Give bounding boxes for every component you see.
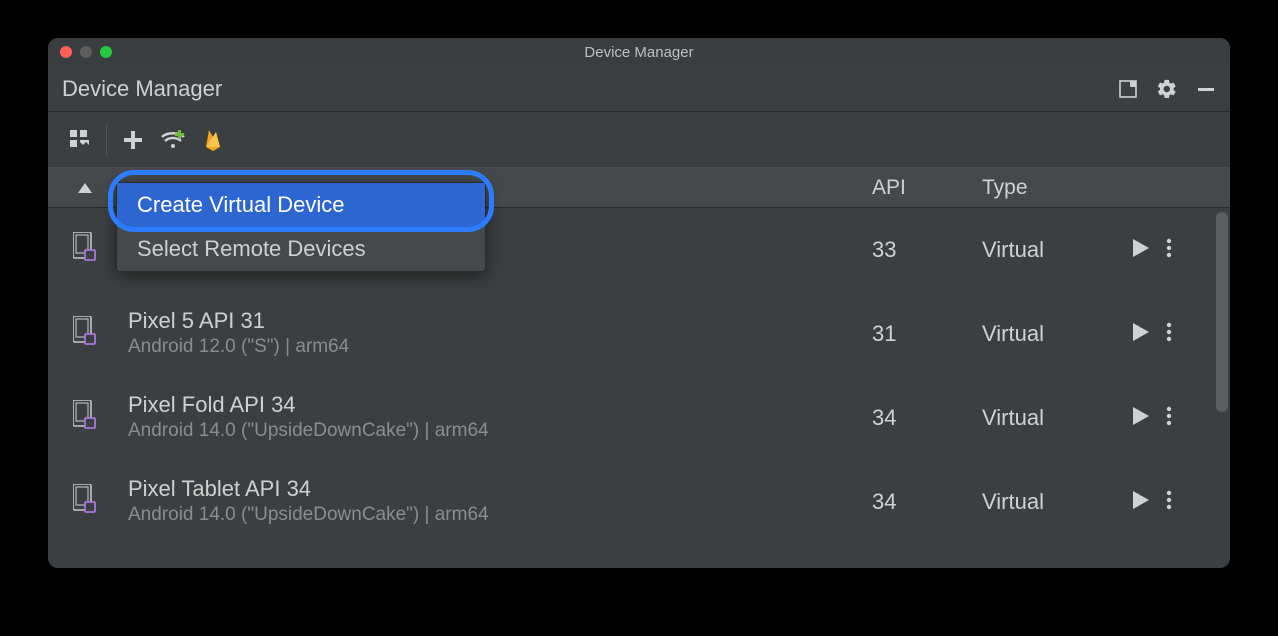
device-api: 33 (872, 237, 982, 263)
device-subtitle: Android 12.0 ("S") | arm64 (128, 335, 872, 360)
dock-icon[interactable] (1118, 79, 1138, 99)
device-type-icon (48, 322, 122, 346)
device-api: 34 (872, 489, 982, 515)
device-name: Pixel Tablet API 34 (128, 476, 872, 502)
window-title: Device Manager (48, 44, 1230, 61)
more-icon[interactable] (1166, 322, 1172, 347)
add-device-menu: Create Virtual DeviceSelect Remote Devic… (116, 182, 486, 272)
device-type: Virtual (982, 321, 1132, 347)
close-window-button[interactable] (60, 46, 72, 58)
device-subtitle: Android 14.0 ("UpsideDownCake") | arm64 (128, 419, 872, 444)
add-device-button[interactable] (113, 112, 153, 168)
device-type-icon (48, 490, 122, 514)
minimize-panel-icon[interactable] (1196, 79, 1216, 99)
device-name: Pixel 5 API 31 (128, 308, 872, 334)
device-manager-window: Device Manager Device Manager (48, 38, 1230, 568)
play-icon[interactable] (1132, 322, 1150, 347)
panel-header: Device Manager (48, 66, 1230, 112)
device-name: Pixel Fold API 34 (128, 392, 872, 418)
device-type: Virtual (982, 489, 1132, 515)
toolbar (48, 112, 1230, 168)
device-type-icon (48, 238, 122, 262)
more-icon[interactable] (1166, 406, 1172, 431)
zoom-window-button[interactable] (100, 46, 112, 58)
scrollbar-thumb[interactable] (1216, 212, 1228, 412)
device-api: 31 (872, 321, 982, 347)
more-icon[interactable] (1166, 490, 1172, 515)
titlebar: Device Manager (48, 38, 1230, 66)
grid-view-icon[interactable] (60, 112, 100, 168)
column-type[interactable]: Type (982, 176, 1132, 200)
device-row[interactable]: Pixel Fold API 34Android 14.0 ("UpsideDo… (48, 376, 1230, 460)
more-icon[interactable] (1166, 238, 1172, 263)
column-api[interactable]: API (872, 176, 982, 200)
device-type: Virtual (982, 237, 1132, 263)
dropdown-item-0[interactable]: Create Virtual Device (117, 183, 485, 227)
play-icon[interactable] (1132, 238, 1150, 263)
wifi-pair-icon[interactable] (153, 112, 193, 168)
scrollbar[interactable] (1214, 208, 1228, 568)
traffic-lights (48, 46, 112, 58)
play-icon[interactable] (1132, 490, 1150, 515)
firebase-icon[interactable] (193, 112, 233, 168)
device-row[interactable]: Pixel 5 API 31Android 12.0 ("S") | arm64… (48, 292, 1230, 376)
device-type: Virtual (982, 405, 1132, 431)
panel-title: Device Manager (62, 76, 1118, 102)
play-icon[interactable] (1132, 406, 1150, 431)
sort-indicator[interactable] (48, 181, 122, 195)
toolbar-separator (106, 125, 107, 155)
device-api: 34 (872, 405, 982, 431)
dropdown-item-1[interactable]: Select Remote Devices (117, 227, 485, 271)
gear-icon[interactable] (1156, 78, 1178, 100)
device-type-icon (48, 406, 122, 430)
minimize-window-button[interactable] (80, 46, 92, 58)
device-row[interactable]: Pixel Tablet API 34Android 14.0 ("Upside… (48, 460, 1230, 544)
device-subtitle: Android 14.0 ("UpsideDownCake") | arm64 (128, 503, 872, 528)
